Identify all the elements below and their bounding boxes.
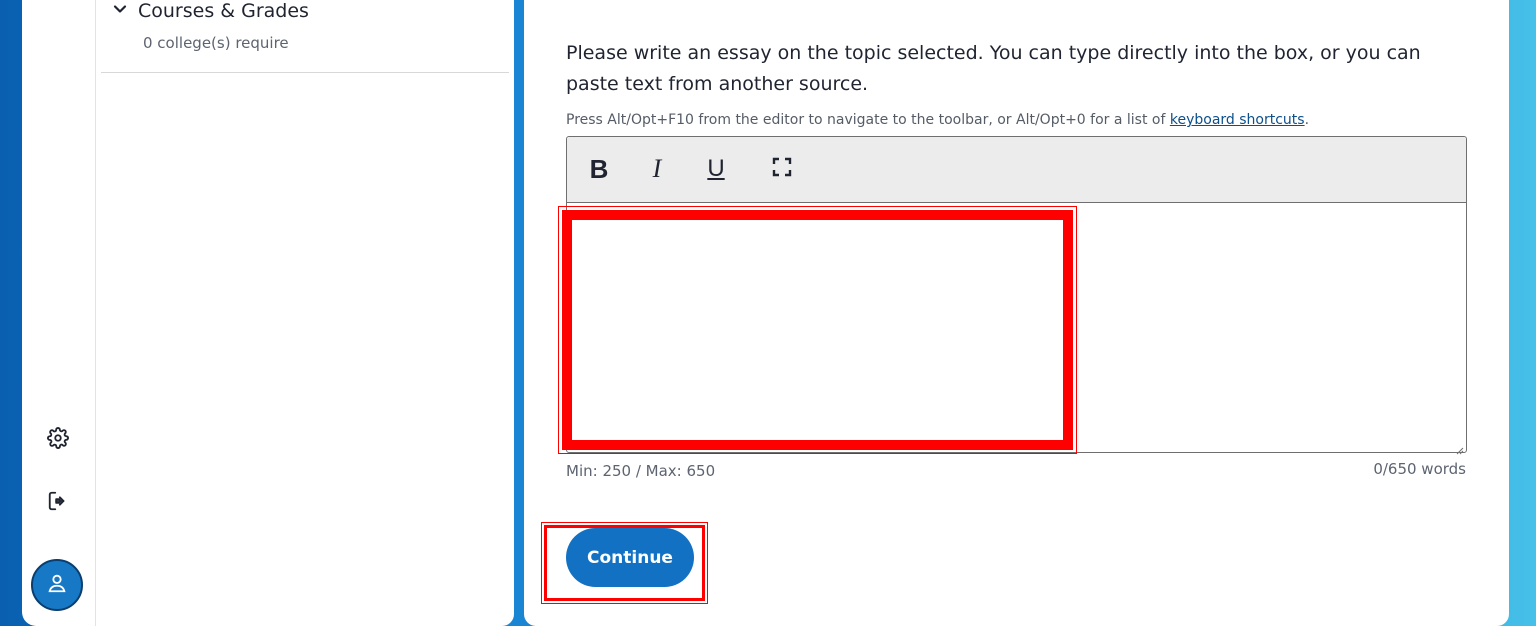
resize-handle[interactable] [1454, 440, 1464, 455]
chevron-down-icon [112, 1, 128, 21]
fullscreen-icon [772, 157, 792, 181]
section-subtitle: 0 college(s) require [143, 34, 289, 52]
courses-grades-section-toggle[interactable]: Courses & Grades [112, 0, 309, 22]
editor-hint: Press Alt/Opt+F10 from the editor to nav… [566, 112, 1309, 128]
section-panel: Courses & Grades 0 college(s) require [96, 0, 514, 626]
fullscreen-button[interactable] [764, 151, 800, 187]
section-title: Courses & Grades [138, 0, 309, 22]
essay-text-area[interactable] [567, 203, 1466, 451]
editor-hint-end: . [1304, 112, 1310, 128]
gear-icon[interactable] [46, 426, 70, 450]
essay-editor: B I U [566, 136, 1467, 455]
underline-button[interactable]: U [698, 151, 734, 187]
word-limits: Min: 250 / Max: 650 [566, 462, 716, 480]
italic-button[interactable]: I [639, 151, 675, 187]
bold-button[interactable]: B [581, 151, 617, 187]
italic-icon: I [652, 154, 662, 183]
essay-prompt: Please write an essay on the topic selec… [566, 42, 1421, 95]
user-avatar[interactable] [31, 559, 83, 611]
sign-out-icon[interactable] [46, 489, 70, 513]
underline-icon: U [707, 155, 725, 182]
editor-toolbar: B I U [567, 137, 1466, 203]
editor-hint-text: Press Alt/Opt+F10 from the editor to nav… [566, 112, 1170, 128]
divider [101, 72, 509, 73]
continue-button[interactable]: Continue [566, 528, 694, 587]
user-icon [46, 572, 68, 598]
icon-rail [22, 0, 96, 626]
word-count: 0/650 words [1373, 460, 1466, 478]
bold-icon: B [589, 153, 609, 184]
keyboard-shortcuts-link[interactable]: keyboard shortcuts [1170, 112, 1305, 128]
